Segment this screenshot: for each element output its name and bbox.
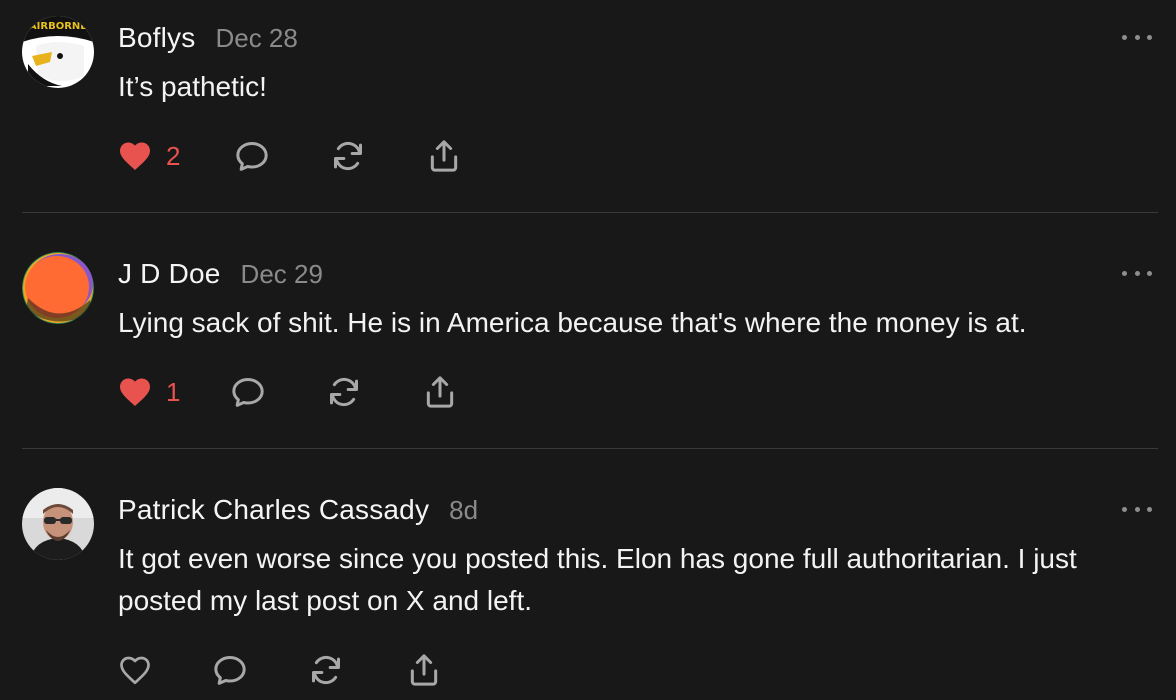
svg-text:AIRBORNE: AIRBORNE bbox=[29, 21, 87, 32]
reply-button[interactable] bbox=[228, 372, 268, 412]
restack-button[interactable] bbox=[328, 136, 368, 176]
divider bbox=[22, 212, 1158, 213]
heart-icon bbox=[120, 378, 150, 407]
comment-text: Lying sack of shit. He is in America bec… bbox=[118, 307, 1027, 338]
refresh-arrows-icon bbox=[334, 141, 362, 171]
divider bbox=[22, 448, 1158, 449]
comment-feed: AIRBORNE Boflys Dec 28 It’s pathetic! 2 bbox=[0, 0, 1176, 700]
comment-date[interactable]: Dec 28 bbox=[215, 23, 297, 54]
avatar[interactable]: AIRBORNE bbox=[22, 16, 94, 88]
reply-button[interactable] bbox=[210, 650, 250, 690]
restack-button[interactable] bbox=[324, 372, 364, 412]
author-name[interactable]: Boflys bbox=[118, 22, 195, 54]
refresh-arrows-icon bbox=[330, 377, 358, 407]
comment-header: Boflys Dec 28 bbox=[118, 22, 298, 54]
ellipsis-icon[interactable] bbox=[1122, 501, 1152, 517]
comment-date[interactable]: Dec 29 bbox=[241, 259, 323, 290]
airborne-eagle-avatar-icon: AIRBORNE bbox=[22, 16, 94, 88]
author-name[interactable]: J D Doe bbox=[118, 258, 221, 290]
speech-bubble-icon bbox=[232, 378, 264, 407]
share-button[interactable] bbox=[424, 136, 464, 176]
like-button[interactable]: 1 bbox=[116, 372, 180, 412]
author-name[interactable]: Patrick Charles Cassady bbox=[118, 494, 429, 526]
refresh-arrows-icon bbox=[312, 655, 340, 685]
share-upload-icon bbox=[410, 654, 438, 686]
heart-icon bbox=[120, 656, 150, 685]
ellipsis-icon[interactable] bbox=[1122, 29, 1152, 45]
reply-button[interactable] bbox=[232, 136, 272, 176]
restack-button[interactable] bbox=[306, 650, 346, 690]
like-count: 2 bbox=[166, 140, 181, 171]
comment-date[interactable]: 8d bbox=[449, 495, 478, 526]
ellipsis-icon[interactable] bbox=[1122, 265, 1152, 281]
share-button[interactable] bbox=[420, 372, 460, 412]
abstract-color-avatar-icon bbox=[22, 252, 94, 324]
comment-text: It got even worse since you posted this.… bbox=[118, 543, 1077, 616]
speech-bubble-icon bbox=[236, 142, 268, 171]
avatar[interactable] bbox=[22, 488, 94, 560]
share-button[interactable] bbox=[404, 650, 444, 690]
comment-header: J D Doe Dec 29 bbox=[118, 258, 323, 290]
speech-bubble-icon bbox=[214, 656, 246, 685]
like-button[interactable]: 2 bbox=[116, 136, 180, 176]
share-upload-icon bbox=[426, 376, 454, 408]
heart-icon bbox=[120, 142, 150, 171]
like-button[interactable] bbox=[116, 650, 154, 690]
share-upload-icon bbox=[430, 140, 458, 172]
like-count: 1 bbox=[166, 376, 181, 407]
avatar[interactable] bbox=[22, 252, 94, 324]
user-photo-avatar-icon bbox=[22, 488, 94, 560]
comment-header: Patrick Charles Cassady 8d bbox=[118, 494, 478, 526]
comment-text: It’s pathetic! bbox=[118, 71, 267, 102]
